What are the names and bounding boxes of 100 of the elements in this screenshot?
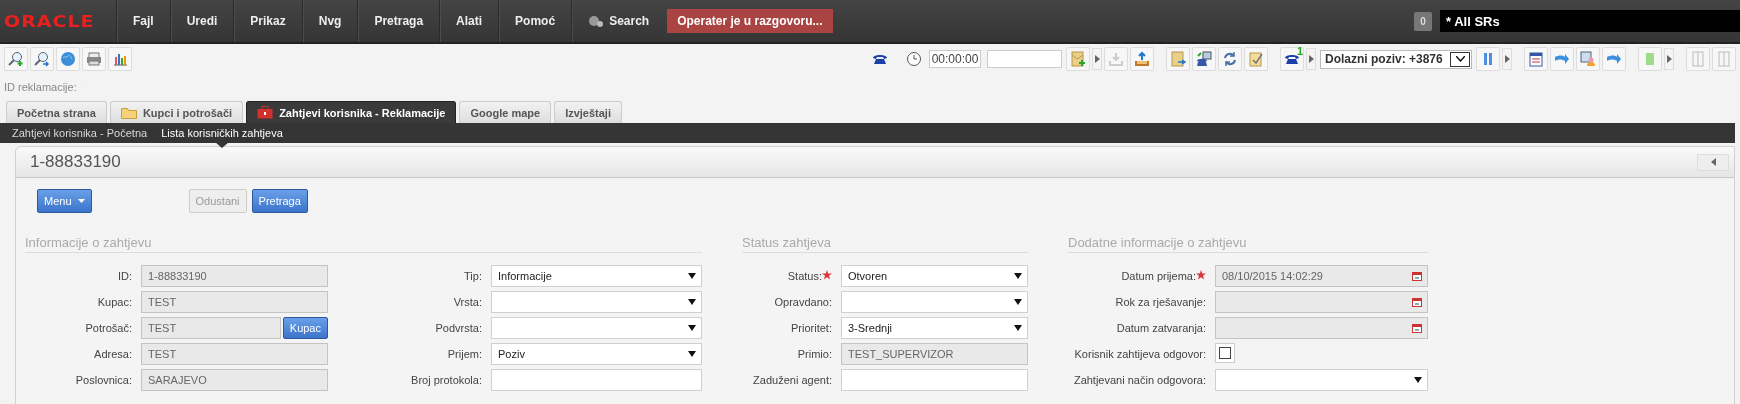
dropdown-arrow-icon[interactable] <box>688 351 696 357</box>
menu-item[interactable]: Pretraga <box>357 0 440 42</box>
field-label: ID: <box>116 270 132 282</box>
arrow-right-icon[interactable] <box>1094 55 1100 63</box>
subtab[interactable]: Lista korisničkih zahtjeva <box>161 127 283 139</box>
dropdown-arrow-icon[interactable] <box>688 273 696 279</box>
collapse-button[interactable] <box>1697 153 1729 171</box>
printer-icon[interactable] <box>86 51 102 67</box>
menu-item[interactable]: Fajl <box>116 0 170 42</box>
dropdown-arrow-icon[interactable] <box>1414 377 1422 383</box>
tab[interactable]: Zahtjevi korisnika - Reklamacije <box>246 101 457 123</box>
status-button[interactable]: Operater je u razgovoru... <box>667 9 833 33</box>
phone-transfer-icon[interactable] <box>1196 51 1212 67</box>
count-badge: 0 <box>1414 11 1432 31</box>
field-label: Zaduženi agent: <box>752 374 832 386</box>
query-field[interactable]: * All SRs <box>1440 10 1740 32</box>
field-label: Datum zatvaranja: <box>1115 322 1206 334</box>
field-label: Potrošač: <box>84 322 132 334</box>
field-label: Korisnik zahtijeva odgovor: <box>1073 348 1206 360</box>
envelope-plus-icon[interactable] <box>1070 51 1086 67</box>
clock-icon[interactable] <box>906 51 922 67</box>
arrow-left-icon <box>1710 158 1716 166</box>
subtab[interactable]: Zahtjevi korisnika - Početna <box>12 127 148 139</box>
menu-item[interactable]: Pomoć <box>498 0 572 42</box>
text-field[interactable]: TEST <box>141 291 328 313</box>
tab[interactable]: Kupci i potrošači <box>109 101 244 123</box>
field-label: Prijem: <box>446 348 482 360</box>
record-title: 1-88833190 <box>30 152 121 172</box>
dropdown-arrow-icon[interactable] <box>1014 325 1022 331</box>
folder-icon <box>120 106 137 119</box>
refresh-icon[interactable] <box>1222 51 1238 67</box>
bar-chart-icon[interactable] <box>112 51 128 67</box>
menu-item[interactable]: Nvg <box>301 0 358 42</box>
field-label: Opravdano: <box>773 296 832 308</box>
search-menu-item[interactable]: Search <box>571 0 666 42</box>
phone-number-field[interactable] <box>987 50 1062 68</box>
date-field[interactable] <box>1215 291 1428 313</box>
menu-item[interactable]: Prikaz <box>233 0 302 42</box>
field-label: Adresa: <box>93 348 132 360</box>
menu-item[interactable]: Alati <box>439 0 499 42</box>
dropdown-field[interactable] <box>491 317 702 339</box>
tab[interactable]: Početna strana <box>6 101 107 123</box>
required-star-icon <box>822 270 832 280</box>
dropdown-arrow-icon[interactable] <box>1014 273 1022 279</box>
caret-icon <box>77 198 85 203</box>
action-button[interactable]: Kupac <box>282 317 328 339</box>
globe-icon[interactable] <box>60 51 76 67</box>
dropdown-field[interactable]: Poziv <box>491 343 702 365</box>
dropdown-field[interactable] <box>841 291 1028 313</box>
date-field[interactable] <box>1215 317 1428 339</box>
zoom-arrow-icon[interactable] <box>34 51 50 67</box>
menu-button[interactable]: Menu <box>37 188 92 213</box>
timer-field: 00:00:00 <box>929 50 981 68</box>
dropdown-field[interactable]: 3-Srednji <box>841 317 1028 339</box>
field-label: Rok za rješavanje: <box>1114 296 1206 308</box>
document-list-icon[interactable] <box>1528 51 1544 67</box>
action-button[interactable]: Pretraga <box>251 188 308 213</box>
arrow-right-icon[interactable] <box>1308 55 1314 63</box>
field-label: Zahtjevani način odgovora: <box>1072 374 1206 386</box>
calendar-icon[interactable] <box>1412 271 1422 281</box>
dropdown-field[interactable] <box>491 291 702 313</box>
required-star-icon <box>1196 270 1206 280</box>
text-field[interactable]: TEST_SUPERVIZOR <box>841 343 1028 365</box>
note-check-icon[interactable] <box>1248 51 1264 67</box>
field-label: Datum prijema: <box>1068 270 1206 282</box>
field-label: Kupac: <box>96 296 132 308</box>
field-label: Primio: <box>796 348 832 360</box>
search-globe-icon <box>588 15 605 27</box>
dropdown-field[interactable]: Informacije <box>491 265 702 287</box>
field-label: Broj protokola: <box>410 374 482 386</box>
section-heading: Informacije o zahtjevu <box>25 235 702 253</box>
field-label: Prioritet: <box>790 322 832 334</box>
section-heading: Dodatne informacije o zahtjevu <box>1068 235 1428 253</box>
calendar-icon[interactable] <box>1412 323 1422 333</box>
dropdown-arrow-icon[interactable] <box>1014 299 1022 305</box>
tab[interactable]: Google mape <box>459 101 552 123</box>
people-icon[interactable] <box>1580 51 1596 67</box>
text-field[interactable]: 1-88833190 <box>141 265 328 287</box>
call-select[interactable]: Dolazni poziv: +3876 <box>1320 49 1472 69</box>
dropdown-arrow-icon[interactable] <box>688 325 696 331</box>
text-field[interactable] <box>491 369 702 391</box>
text-field[interactable]: SARAJEVO <box>141 369 328 391</box>
date-field[interactable]: 08/10/2015 14:02:29 <box>1215 265 1428 287</box>
tab[interactable]: Izvještaji <box>554 101 622 123</box>
dropdown-field[interactable] <box>1215 369 1428 391</box>
field-label: Vrsta: <box>452 296 482 308</box>
zoom-in-icon[interactable] <box>8 51 24 67</box>
text-field[interactable]: TEST <box>141 343 328 365</box>
arrow-right-icon[interactable] <box>1504 55 1510 63</box>
tray-up-icon[interactable] <box>1134 51 1150 67</box>
arrow-right-icon[interactable] <box>1666 55 1672 63</box>
section-heading: Status zahtjeva <box>742 235 1028 253</box>
text-field[interactable]: TEST <box>141 317 281 339</box>
text-field[interactable] <box>841 369 1028 391</box>
dropdown-arrow-icon[interactable] <box>688 299 696 305</box>
menu-item[interactable]: Uredi <box>169 0 234 42</box>
checkbox[interactable] <box>1219 347 1231 359</box>
dropdown-field[interactable]: Otvoren <box>841 265 1028 287</box>
calendar-icon[interactable] <box>1412 297 1422 307</box>
search-label[interactable]: Search <box>609 14 650 28</box>
